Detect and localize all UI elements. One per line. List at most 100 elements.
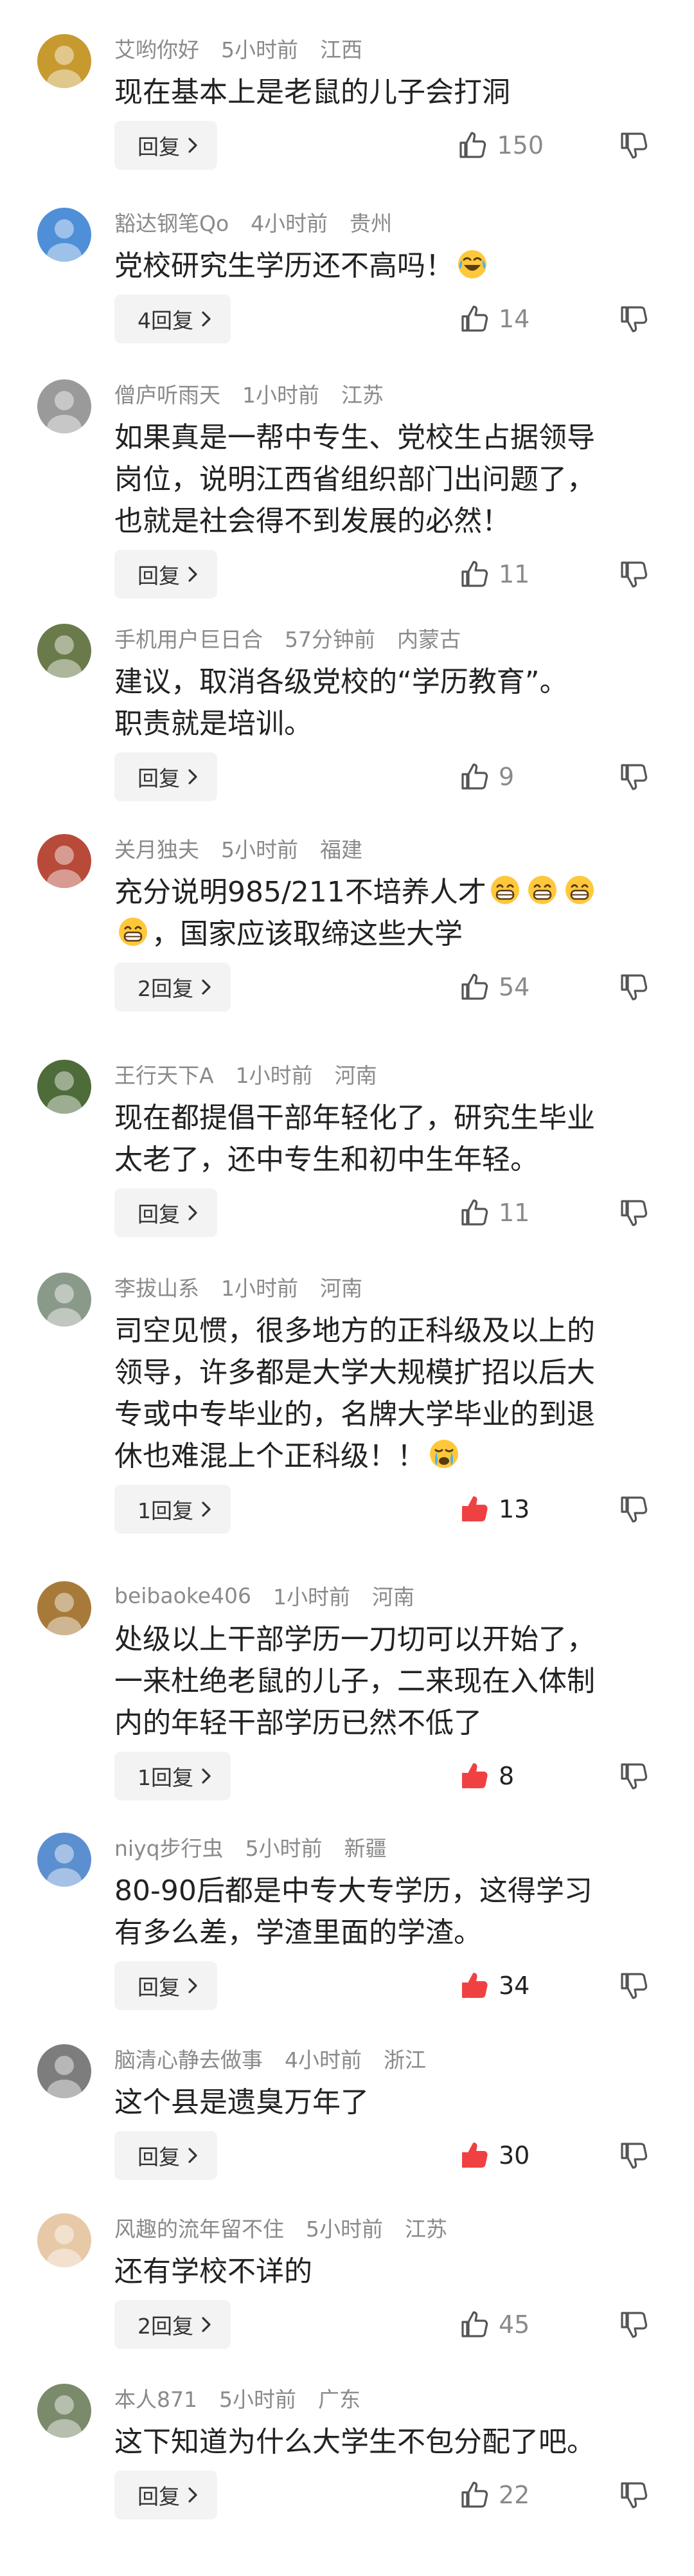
avatar[interactable] [37, 624, 91, 678]
dislike-button[interactable] [618, 2300, 649, 2349]
username[interactable]: 风趣的流年留不住 [114, 2212, 284, 2243]
avatar[interactable] [37, 208, 91, 262]
comment-item: 王行天下A 1小时前 河南 现在都提倡干部年轻化了，研究生毕业 太老了，还中专生和… [0, 1060, 694, 1237]
thumbs-down-icon [621, 1496, 648, 1523]
dislike-button[interactable] [618, 121, 649, 170]
comment-time: 4小时前 [285, 2047, 362, 2073]
reply-label: 回复 [138, 134, 180, 159]
like-button[interactable]: 13 [459, 1485, 544, 1534]
username[interactable]: 手机用户巨日合 [114, 622, 263, 653]
avatar[interactable] [37, 2044, 91, 2098]
reply-label: 2回复 [138, 976, 193, 1001]
like-count: 11 [499, 1199, 530, 1227]
username[interactable]: 本人871 [114, 2382, 197, 2413]
like-count: 9 [499, 763, 515, 791]
reply-button[interactable]: 回复 [114, 550, 217, 599]
username[interactable]: 僧庐听雨天 [114, 378, 220, 409]
comment-text: 党校研究生学历还不高吗！ [114, 245, 649, 287]
like-button[interactable]: 22 [459, 2471, 544, 2519]
username[interactable]: beibaoke406 [114, 1583, 251, 1608]
avatar[interactable] [37, 379, 91, 433]
username[interactable]: 豁达钢笔Qo [114, 206, 229, 237]
avatar[interactable] [37, 834, 91, 888]
like-count: 13 [499, 1495, 530, 1523]
like-button[interactable]: 150 [457, 121, 544, 170]
like-button[interactable]: 11 [459, 550, 544, 599]
reply-button[interactable]: 回复 [114, 2471, 217, 2519]
thumbs-down-icon [621, 561, 648, 588]
comment-item: 风趣的流年留不住 5小时前 江苏 还有学校不详的 2回复 45 [0, 2213, 694, 2349]
thumbs-down-icon [621, 306, 648, 332]
like-button[interactable]: 54 [459, 963, 544, 1011]
comment-meta: 风趣的流年留不住 5小时前 江苏 [114, 2213, 649, 2242]
grin-emoji-icon [526, 873, 559, 907]
dislike-button[interactable] [618, 2131, 649, 2180]
reply-button[interactable]: 回复 [114, 121, 217, 170]
like-count: 30 [499, 2141, 530, 2170]
avatar[interactable] [37, 1273, 91, 1327]
thumbs-up-icon [461, 763, 488, 790]
comment-line: 职责就是培训。 [114, 707, 312, 740]
comment-meta: 豁达钢笔Qo 4小时前 贵州 [114, 208, 649, 236]
like-button[interactable]: 45 [459, 2300, 544, 2349]
dislike-button[interactable] [618, 1752, 649, 1800]
reply-button[interactable]: 回复 [114, 752, 217, 801]
comment-time: 5小时前 [221, 37, 298, 62]
reply-button[interactable]: 1回复 [114, 1752, 231, 1800]
reply-button[interactable]: 2回复 [114, 2300, 231, 2349]
crying-emoji-icon [427, 1437, 461, 1471]
comment-time: 4小时前 [251, 211, 328, 236]
dislike-button[interactable] [618, 963, 649, 1011]
dislike-button[interactable] [618, 550, 649, 599]
avatar[interactable] [37, 2213, 91, 2267]
reply-label: 回复 [138, 2145, 180, 2170]
avatar[interactable] [37, 1581, 91, 1635]
comment-line: 建议，取消各级党校的“学历教育”。 [114, 666, 568, 698]
reply-label: 4回复 [138, 308, 193, 333]
comment-line: ，国家应该取缔这些大学 [114, 913, 649, 955]
reply-button[interactable]: 2回复 [114, 963, 231, 1011]
username[interactable]: 脑清心静去做事 [114, 2043, 263, 2074]
comment-item: 脑清心静去做事 4小时前 浙江 这个县是遗臭万年了 回复 30 [0, 2044, 694, 2180]
dislike-button[interactable] [618, 1485, 649, 1534]
comment-meta: 手机用户巨日合 57分钟前 内蒙古 [114, 624, 649, 652]
comment-text: 这个县是遗臭万年了 [114, 2082, 649, 2123]
reply-button[interactable]: 回复 [114, 1188, 217, 1237]
reply-button[interactable]: 4回复 [114, 295, 231, 343]
avatar[interactable] [37, 1060, 91, 1114]
reply-button[interactable]: 1回复 [114, 1485, 231, 1534]
avatar[interactable] [37, 34, 91, 88]
comment-line: 充分说明985/211不培养人才 [114, 871, 649, 913]
like-button[interactable]: 9 [459, 752, 544, 801]
comment-item: beibaoke406 1小时前 河南 处级以上干部学历一刀切可以开始了， 一来杜… [0, 1581, 694, 1800]
username[interactable]: 关月独夫 [114, 833, 199, 864]
dislike-button[interactable] [618, 2471, 649, 2519]
comment-location: 福建 [320, 837, 362, 862]
comment-text: 现在基本上是老鼠的儿子会打洞 [114, 71, 649, 113]
avatar[interactable] [37, 2384, 91, 2438]
chevron-right-icon [202, 1501, 211, 1517]
like-count: 11 [499, 560, 530, 588]
like-button[interactable]: 11 [459, 1188, 544, 1237]
username[interactable]: 王行天下A [114, 1058, 214, 1089]
comment-item: 关月独夫 5小时前 福建 充分说明985/211不培养人才 ，国家应该取缔这些大学… [0, 834, 694, 1011]
reply-button[interactable]: 回复 [114, 1961, 217, 2010]
reply-label: 1回复 [138, 1498, 193, 1523]
like-button[interactable]: 34 [459, 1961, 544, 2010]
dislike-button[interactable] [618, 1188, 649, 1237]
dislike-button[interactable] [618, 752, 649, 801]
dislike-button[interactable] [618, 295, 649, 343]
comment-line: 现在基本上是老鼠的儿子会打洞 [114, 76, 510, 109]
comment-time: 57分钟前 [285, 627, 375, 652]
like-button[interactable]: 30 [459, 2131, 544, 2180]
like-button[interactable]: 14 [459, 295, 544, 343]
reply-button[interactable]: 回复 [114, 2131, 217, 2180]
like-button[interactable]: 8 [459, 1752, 544, 1800]
username[interactable]: 艾哟你好 [114, 33, 199, 64]
dislike-button[interactable] [618, 1961, 649, 2010]
username[interactable]: 李拔山系 [114, 1271, 199, 1302]
comment-location: 江西 [320, 37, 362, 62]
avatar[interactable] [37, 1833, 91, 1887]
username[interactable]: niyq步行虫 [114, 1831, 224, 1862]
comment-location: 广东 [318, 2387, 360, 2412]
